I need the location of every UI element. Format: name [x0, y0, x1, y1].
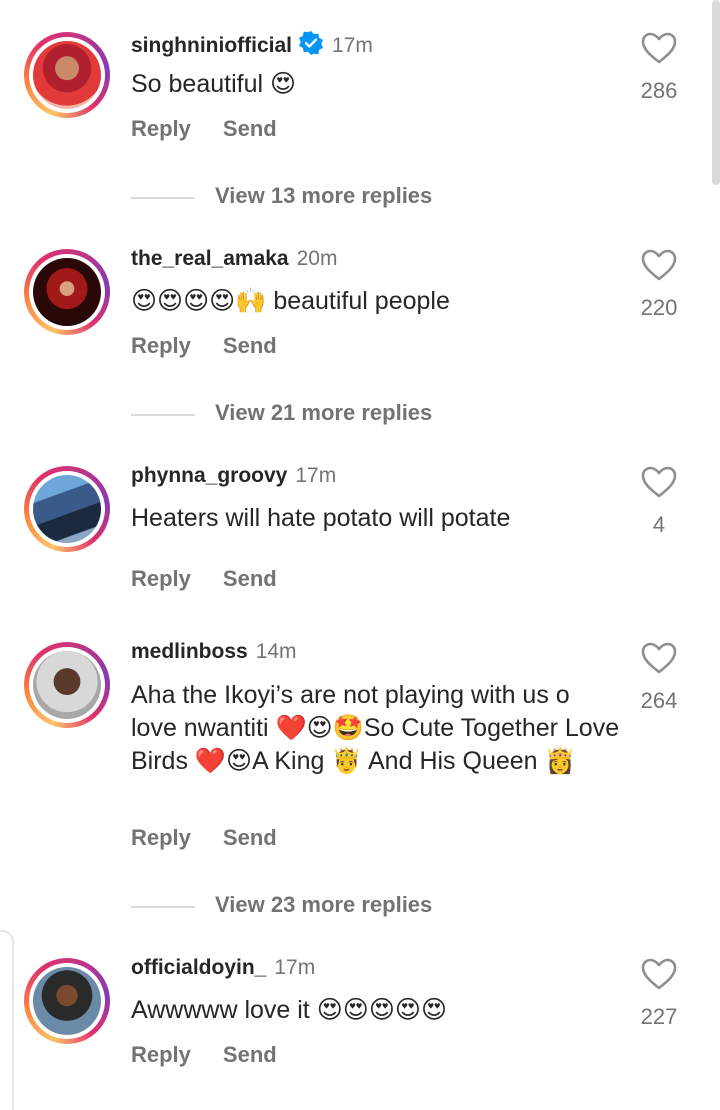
comment-actions: Reply Send: [131, 333, 309, 359]
comment-text: 😍😍😍😍🙌 beautiful people: [131, 287, 450, 315]
username[interactable]: the_real_amaka: [131, 247, 289, 270]
send-button[interactable]: Send: [223, 566, 277, 591]
comment-text: Heaters will hate potato will potate: [131, 504, 511, 532]
username[interactable]: medlinboss: [131, 640, 248, 663]
comment-text: So beautiful 😍: [131, 70, 297, 98]
username[interactable]: phynna_groovy: [131, 464, 287, 487]
avatar[interactable]: [24, 958, 110, 1044]
scrollbar[interactable]: [712, 0, 720, 185]
avatar[interactable]: [24, 32, 110, 118]
reply-button[interactable]: Reply: [131, 566, 191, 591]
username[interactable]: singhniniofficial: [131, 34, 292, 57]
comment-text: Awwwww love it 😍😍😍😍😍: [131, 996, 448, 1024]
send-button[interactable]: Send: [223, 1042, 277, 1067]
heart-outline-icon[interactable]: [640, 248, 678, 282]
like-count: 227: [640, 1004, 678, 1029]
heart-outline-icon[interactable]: [640, 465, 678, 499]
avatar[interactable]: [24, 466, 110, 552]
comment-actions: Reply Send: [131, 566, 309, 592]
send-button[interactable]: Send: [223, 333, 277, 358]
like-count: 220: [640, 295, 678, 320]
avatar[interactable]: [24, 642, 110, 728]
like-count: 286: [640, 78, 678, 103]
like-count: 4: [652, 512, 666, 537]
comment-time: 17m: [295, 464, 337, 487]
comment-actions: Reply Send: [131, 116, 309, 142]
comment-text: Aha the Ikoyi’s are not playing with us …: [131, 681, 620, 775]
comment-header: singhniniofficial 17m: [131, 30, 373, 62]
comment-header: phynna_groovy 17m: [131, 464, 336, 488]
comment-time: 17m: [332, 34, 373, 57]
comment-time: 17m: [274, 956, 316, 979]
comment-time: 14m: [255, 640, 297, 663]
verified-badge-icon: [298, 30, 324, 62]
reply-button[interactable]: Reply: [131, 333, 191, 358]
replies-divider: [131, 197, 195, 199]
comment-header: the_real_amaka 20m: [131, 247, 337, 271]
replies-divider: [131, 906, 195, 908]
comment-header: officialdoyin_ 17m: [131, 956, 315, 980]
heart-outline-icon[interactable]: [640, 957, 678, 991]
avatar[interactable]: [24, 249, 110, 335]
comment-header: medlinboss 14m: [131, 640, 297, 664]
sheet-edge: [0, 930, 14, 1110]
view-replies-label: View 21 more replies: [215, 400, 433, 425]
send-button[interactable]: Send: [223, 116, 277, 141]
comment-actions: Reply Send: [131, 1042, 309, 1068]
like-count: 264: [640, 688, 678, 713]
reply-button[interactable]: Reply: [131, 1042, 191, 1067]
comment-time: 20m: [296, 247, 338, 270]
replies-divider: [131, 414, 195, 416]
view-replies-label: View 13 more replies: [215, 183, 433, 208]
heart-outline-icon[interactable]: [640, 31, 678, 65]
reply-button[interactable]: Reply: [131, 116, 191, 141]
reply-button[interactable]: Reply: [131, 825, 191, 850]
comment-actions: Reply Send: [131, 825, 309, 851]
heart-outline-icon[interactable]: [640, 641, 678, 675]
username[interactable]: officialdoyin_: [131, 956, 266, 979]
send-button[interactable]: Send: [223, 825, 277, 850]
view-replies-label: View 23 more replies: [215, 892, 433, 917]
